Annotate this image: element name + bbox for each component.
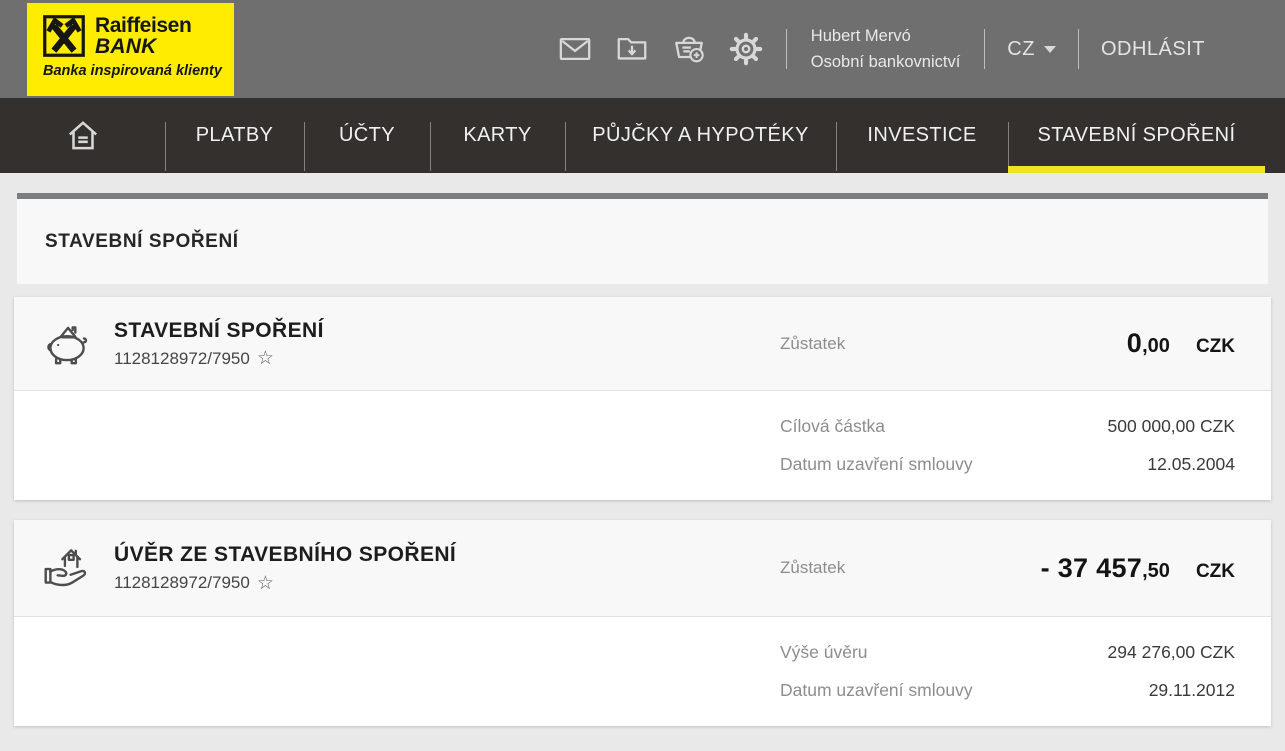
- header-divider: [1078, 29, 1079, 69]
- banking-app: Raiffeisen BANK Banka inspirovaná klient…: [0, 0, 1285, 751]
- logout-button[interactable]: ODHLÁSIT: [1101, 38, 1205, 61]
- chevron-down-icon: [1044, 46, 1056, 53]
- detail-row: Cílová částka 500 000,00 CZK: [780, 407, 1235, 445]
- nav-filler: [1265, 98, 1285, 173]
- detail-value: 29.11.2012: [1149, 680, 1235, 701]
- detail-label: Datum uzavření smlouvy: [780, 454, 973, 475]
- account-card-uver-ze-stavebniho-sporeni: ÚVĚR ZE STAVEBNÍHO SPOŘENÍ 1128128972/79…: [14, 520, 1271, 726]
- bank-name: Raiffeisen BANK: [95, 15, 191, 57]
- detail-value: 500 000,00 CZK: [1108, 416, 1235, 437]
- nav-item-stavebni-sporeni[interactable]: STAVEBNÍ SPOŘENÍ: [1008, 98, 1265, 173]
- settings-gear-icon[interactable]: [729, 32, 763, 66]
- user-menu[interactable]: Hubert Mervó Osobní bankovnictví: [811, 23, 961, 76]
- balance-amount: 0,00 CZK: [1127, 328, 1235, 359]
- piggy-bank-house-icon: [40, 317, 94, 371]
- detail-label: Datum uzavření smlouvy: [780, 680, 973, 701]
- account-details: Cílová částka 500 000,00 CZK Datum uzavř…: [14, 391, 1271, 500]
- header-divider: [786, 29, 787, 69]
- user-name: Hubert Mervó: [811, 23, 961, 49]
- account-titles: ÚVĚR ZE STAVEBNÍHO SPOŘENÍ 1128128972/79…: [114, 543, 456, 593]
- bank-tagline: Banka inspirovaná klienty: [43, 63, 234, 79]
- header-divider: [984, 29, 985, 69]
- language-code: CZ: [1007, 38, 1035, 61]
- header-actions: Hubert Mervó Osobní bankovnictví CZ ODHL…: [558, 0, 1285, 98]
- detail-value: 294 276,00 CZK: [1108, 642, 1235, 663]
- header-icon-group: [558, 32, 786, 66]
- raiffeisen-crossed-gables-icon: [42, 14, 86, 58]
- nav-item-karty[interactable]: KARTY: [430, 98, 565, 173]
- main-nav: PLATBY ÚČTY KARTY PŮJČKY A HYPOTÉKY INVE…: [0, 98, 1285, 173]
- detail-row: Výše úvěru 294 276,00 CZK: [780, 633, 1235, 671]
- top-header: Raiffeisen BANK Banka inspirovaná klient…: [0, 0, 1285, 98]
- user-context: Osobní bankovnictví: [811, 49, 961, 75]
- account-card-header[interactable]: ÚVĚR ZE STAVEBNÍHO SPOŘENÍ 1128128972/79…: [14, 520, 1271, 617]
- account-title: STAVEBNÍ SPOŘENÍ: [114, 319, 324, 343]
- basket-add-icon[interactable]: [672, 32, 706, 66]
- balance-amount: - 37 457,50 CZK: [1041, 553, 1235, 584]
- detail-label: Cílová částka: [780, 416, 885, 437]
- nav-home-button[interactable]: [0, 98, 165, 173]
- nav-item-ucty[interactable]: ÚČTY: [304, 98, 430, 173]
- account-title: ÚVĚR ZE STAVEBNÍHO SPOŘENÍ: [114, 543, 456, 567]
- mail-icon[interactable]: [558, 32, 592, 66]
- favorite-star-icon[interactable]: ☆: [257, 349, 274, 368]
- currency-code: CZK: [1196, 561, 1235, 583]
- detail-value: 12.05.2004: [1147, 454, 1235, 475]
- balance-label: Zůstatek: [780, 558, 845, 578]
- nav-item-pujcky-a-hypoteky[interactable]: PŮJČKY A HYPOTÉKY: [565, 98, 836, 173]
- account-card-stavebni-sporeni: STAVEBNÍ SPOŘENÍ 1128128972/7950 ☆ Zůsta…: [14, 297, 1271, 500]
- account-card-header[interactable]: STAVEBNÍ SPOŘENÍ 1128128972/7950 ☆ Zůsta…: [14, 297, 1271, 391]
- account-details: Výše úvěru 294 276,00 CZK Datum uzavření…: [14, 617, 1271, 726]
- account-number: 1128128972/7950 ☆: [114, 573, 456, 593]
- favorite-star-icon[interactable]: ☆: [257, 574, 274, 593]
- account-titles: STAVEBNÍ SPOŘENÍ 1128128972/7950 ☆: [114, 319, 324, 369]
- home-icon: [64, 117, 102, 155]
- nav-item-investice[interactable]: INVESTICE: [836, 98, 1008, 173]
- main-content: STAVEBNÍ SPOŘENÍ: [0, 173, 1285, 726]
- detail-row: Datum uzavření smlouvy 29.11.2012: [780, 671, 1235, 709]
- currency-code: CZK: [1196, 336, 1235, 358]
- nav-item-platby[interactable]: PLATBY: [165, 98, 304, 173]
- balance-label: Zůstatek: [780, 334, 845, 354]
- page-header: STAVEBNÍ SPOŘENÍ: [17, 193, 1268, 284]
- folder-download-icon[interactable]: [615, 32, 649, 66]
- detail-row: Datum uzavření smlouvy 12.05.2004: [780, 445, 1235, 483]
- hand-holding-house-icon: [40, 541, 94, 595]
- language-selector[interactable]: CZ: [1007, 38, 1056, 61]
- page-title: STAVEBNÍ SPOŘENÍ: [45, 231, 239, 253]
- detail-label: Výše úvěru: [780, 642, 868, 663]
- bank-logo[interactable]: Raiffeisen BANK Banka inspirovaná klient…: [27, 3, 234, 96]
- account-number: 1128128972/7950 ☆: [114, 349, 324, 369]
